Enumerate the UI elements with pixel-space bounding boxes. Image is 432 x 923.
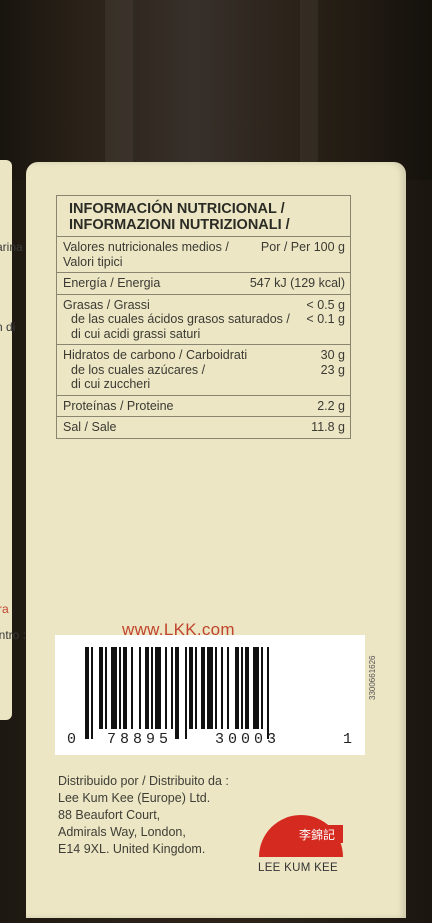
nutrition-row: Energía / Energia 547 kJ (129 kcal) <box>57 273 350 295</box>
barcode: 0 78895 30003 1 <box>55 635 365 755</box>
nutrition-row: Proteínas / Proteine 2.2 g <box>57 396 350 417</box>
barcode-bar <box>267 647 269 739</box>
barcode-bar <box>145 647 149 729</box>
barcode-bar <box>155 647 161 729</box>
barcode-bar <box>241 647 243 729</box>
barcode-bar <box>151 647 153 729</box>
barcode-bar <box>215 647 217 729</box>
barcode-bar <box>99 647 103 729</box>
nutrition-row: Valores nutricionales medios / Valori ti… <box>57 237 350 273</box>
barcode-bar <box>111 647 117 729</box>
barcode-bar <box>123 647 127 729</box>
left-fragment: n di <box>0 320 16 334</box>
barcode-bar <box>85 647 89 739</box>
barcode-bar <box>261 647 263 729</box>
barcode-bar <box>185 647 187 739</box>
distributor-block: Distribuido por / Distribuito da : Lee K… <box>58 774 229 856</box>
barcode-bar <box>119 647 121 729</box>
barcode-bar <box>165 647 167 729</box>
barcode-bar <box>189 647 193 729</box>
logo-name: LEE KUM KEE <box>258 862 338 874</box>
nutrition-title: INFORMACIÓN NUTRICIONAL / INFORMAZIONI N… <box>57 196 350 237</box>
barcode-digit: 0 <box>67 731 77 748</box>
barcode-bars <box>85 647 269 739</box>
left-fragment: arina <box>0 240 23 254</box>
barcode-bar <box>131 647 133 729</box>
left-fragment: ra <box>0 602 9 616</box>
barcode-bar <box>195 647 197 729</box>
product-photo: arina n di ra entro : INFORMACIÓN NUTRIC… <box>0 0 432 923</box>
barcode-digits-right: 30003 <box>215 731 281 748</box>
barcode-bar <box>171 647 173 729</box>
bottle-dark-area <box>0 0 432 180</box>
barcode-bar <box>235 647 239 729</box>
barcode-bar <box>105 647 107 729</box>
barcode-bar <box>201 647 205 729</box>
barcode-bar <box>175 647 179 739</box>
nutrition-row: Sal / Sale 11.8 g <box>63 420 345 434</box>
barcode-bar <box>227 647 229 729</box>
barcode-bar <box>91 647 93 739</box>
logo-chinese: 李錦記 <box>299 827 335 842</box>
nutrition-row: Hidratos de carbono / Carboidrati de los… <box>57 345 350 396</box>
barcode-bar <box>245 647 249 729</box>
barcode-bar <box>253 647 259 729</box>
left-fragment: entro : <box>0 628 27 642</box>
barcode-bar <box>139 647 141 729</box>
nutrition-table: INFORMACIÓN NUTRICIONAL / INFORMAZIONI N… <box>56 195 351 439</box>
barcode-digits-left: 78895 <box>107 731 173 748</box>
nutrition-row: Grasas / Grassi de las cuales ácidos gra… <box>57 295 350 345</box>
barcode-bar <box>221 647 223 729</box>
barcode-bar <box>207 647 213 729</box>
side-code: 3300661626 <box>368 655 377 701</box>
barcode-check-digit: 1 <box>343 731 353 748</box>
